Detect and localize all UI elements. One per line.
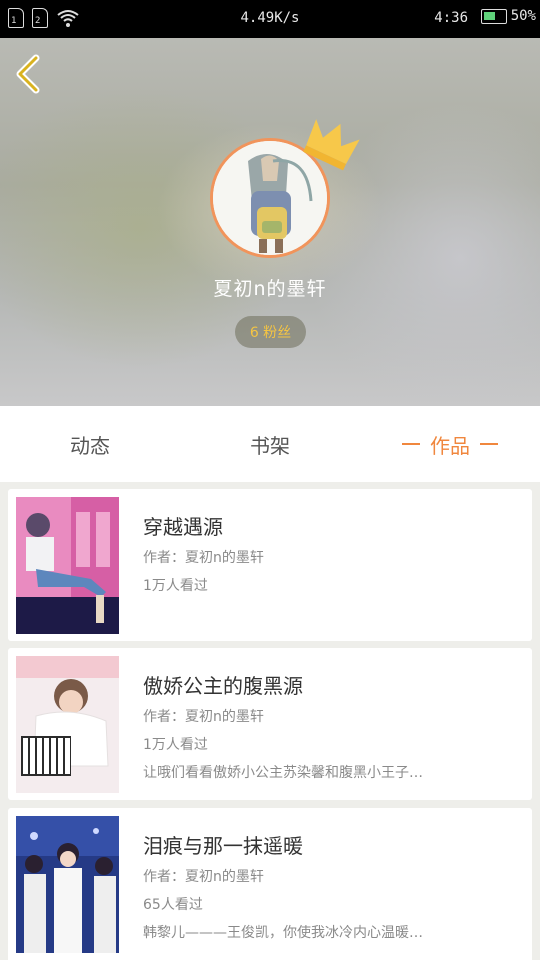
tab-active-dash-left [402, 443, 420, 445]
work-title: 泪痕与那一抹遥暖 [143, 834, 303, 858]
tab-dynamics-label: 动态 [70, 433, 110, 458]
list-item[interactable]: 泪痕与那一抹遥暖 作者：夏初n的墨轩 65人看过 韩黎儿———王俊凯，你使我冰冷… [8, 808, 532, 960]
work-description: 让哦们看看傲娇小公主苏染馨和腹黑小王子… [143, 765, 423, 781]
profile-header: 夏初n的墨轩 6 粉丝 [0, 38, 540, 406]
fans-badge[interactable]: 6 粉丝 [235, 316, 306, 348]
work-author: 作者：夏初n的墨轩 [143, 869, 264, 885]
tab-works-label: 作品 [430, 433, 470, 458]
work-description: 韩黎儿———王俊凯，你使我冰冷内心温暖… [143, 925, 423, 941]
book-cover [16, 497, 119, 634]
tab-bookshelf-label: 书架 [250, 433, 290, 458]
work-author: 作者：夏初n的墨轩 [143, 709, 264, 725]
work-views: 65人看过 [143, 897, 203, 913]
work-views: 1万人看过 [143, 737, 208, 753]
list-item[interactable]: 傲娇公主的腹黑源 作者：夏初n的墨轩 1万人看过 让哦们看看傲娇小公主苏染馨和腹… [8, 648, 532, 800]
book-cover [16, 816, 119, 953]
profile-tabs: 动态 书架 作品 [0, 406, 540, 482]
tab-works[interactable]: 作品 [360, 406, 540, 482]
work-title: 傲娇公主的腹黑源 [143, 674, 303, 698]
book-cover [16, 656, 119, 793]
battery-percent: 50% [510, 8, 536, 24]
work-views: 1万人看过 [143, 578, 208, 594]
battery-icon [480, 8, 507, 24]
book-cover-image-3 [16, 816, 119, 953]
username: 夏初n的墨轩 [213, 278, 327, 300]
list-item[interactable]: 穿越遇源 作者：夏初n的墨轩 1万人看过 [8, 489, 532, 641]
tab-bookshelf[interactable]: 书架 [180, 406, 360, 482]
work-title: 穿越遇源 [143, 515, 223, 539]
avatar-container [210, 119, 360, 258]
tab-active-dash-right [480, 443, 498, 445]
work-author: 作者：夏初n的墨轩 [143, 550, 264, 566]
tab-dynamics[interactable]: 动态 [0, 406, 180, 482]
clock: 4:36 [434, 10, 468, 26]
status-bar: 1 2 4.49K/s 4:36 50% [0, 0, 540, 38]
back-arrow-icon[interactable] [14, 54, 44, 94]
battery-indicator: 50% [480, 8, 536, 24]
crown-icon [303, 119, 360, 171]
book-cover-image-1 [16, 497, 119, 634]
book-cover-image-2 [16, 656, 119, 793]
